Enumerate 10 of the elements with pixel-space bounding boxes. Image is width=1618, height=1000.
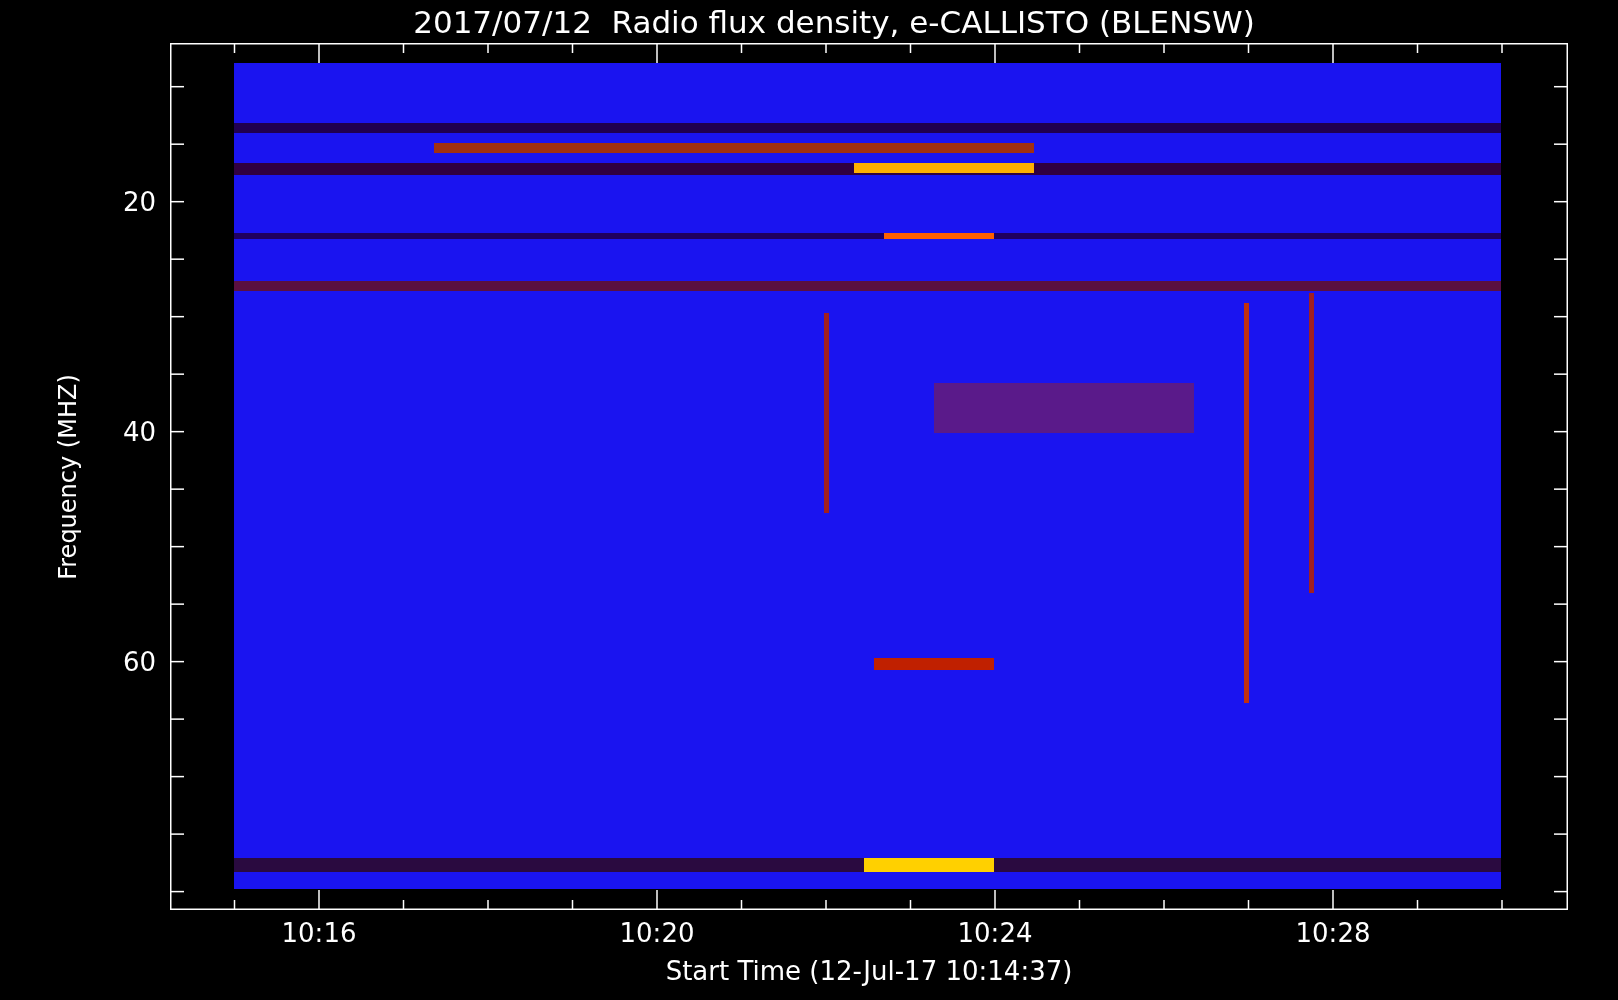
chart-title: 2017/07/12 Radio flux density, e-CALLISTO (BLENSW) bbox=[412, 2, 1256, 42]
tick-label: 60 bbox=[122, 646, 156, 677]
tick-label: 10:24 bbox=[957, 918, 1033, 948]
tick-label: 20 bbox=[122, 186, 156, 217]
axis-label: Frequency (MHZ) bbox=[54, 373, 82, 580]
tick-label: 40 bbox=[122, 416, 156, 447]
tick-label: 10:16 bbox=[281, 918, 357, 948]
axis-label: Start Time (12-Jul-17 10:14:37) bbox=[665, 956, 1073, 986]
tick-label: 10:20 bbox=[619, 918, 695, 948]
tick-label: 10:28 bbox=[1295, 918, 1371, 948]
